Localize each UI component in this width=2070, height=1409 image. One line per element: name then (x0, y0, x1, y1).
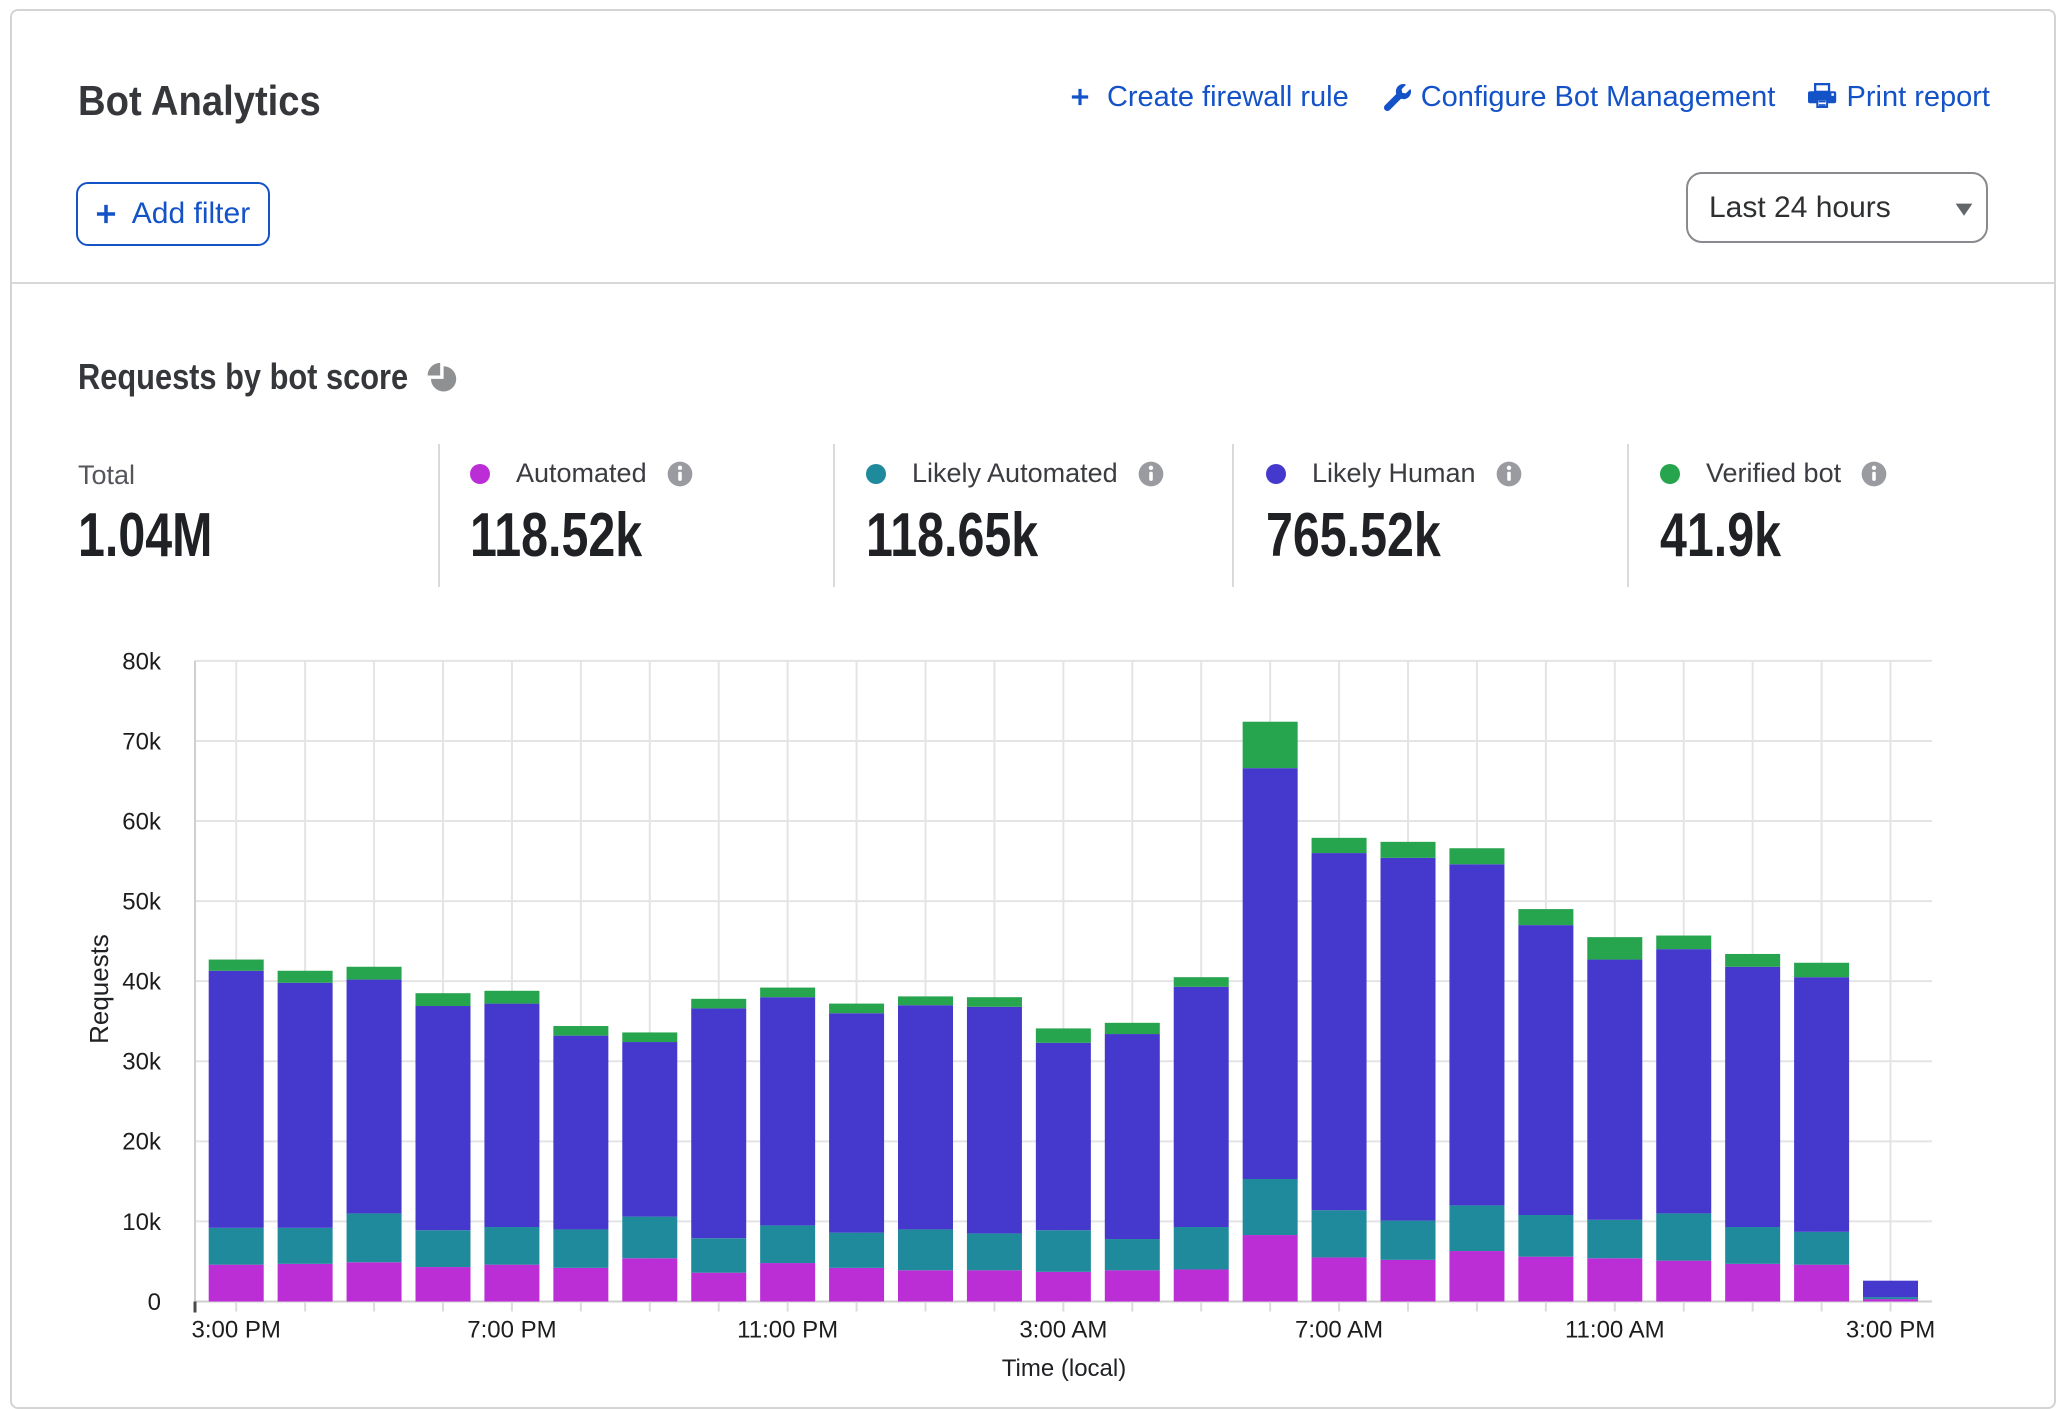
svg-text:11:00 PM: 11:00 PM (737, 1317, 838, 1344)
svg-text:40k: 40k (122, 969, 162, 996)
svg-text:20k: 20k (122, 1129, 162, 1156)
svg-text:3:00 PM: 3:00 PM (1846, 1317, 1935, 1344)
svg-text:10k: 10k (122, 1209, 162, 1236)
svg-text:30k: 30k (122, 1049, 162, 1076)
svg-text:60k: 60k (122, 808, 162, 835)
svg-text:3:00 AM: 3:00 AM (1019, 1317, 1107, 1344)
svg-text:3:00 PM: 3:00 PM (192, 1317, 281, 1344)
svg-text:7:00 PM: 7:00 PM (467, 1317, 556, 1344)
svg-text:0: 0 (148, 1289, 161, 1316)
svg-text:11:00 AM: 11:00 AM (1565, 1317, 1665, 1344)
svg-text:80k: 80k (122, 648, 162, 675)
svg-text:70k: 70k (122, 728, 162, 755)
svg-text:7:00 AM: 7:00 AM (1295, 1317, 1383, 1344)
svg-text:Time (local): Time (local) (1002, 1355, 1126, 1382)
svg-text:Requests: Requests (84, 934, 114, 1044)
svg-text:50k: 50k (122, 889, 162, 916)
